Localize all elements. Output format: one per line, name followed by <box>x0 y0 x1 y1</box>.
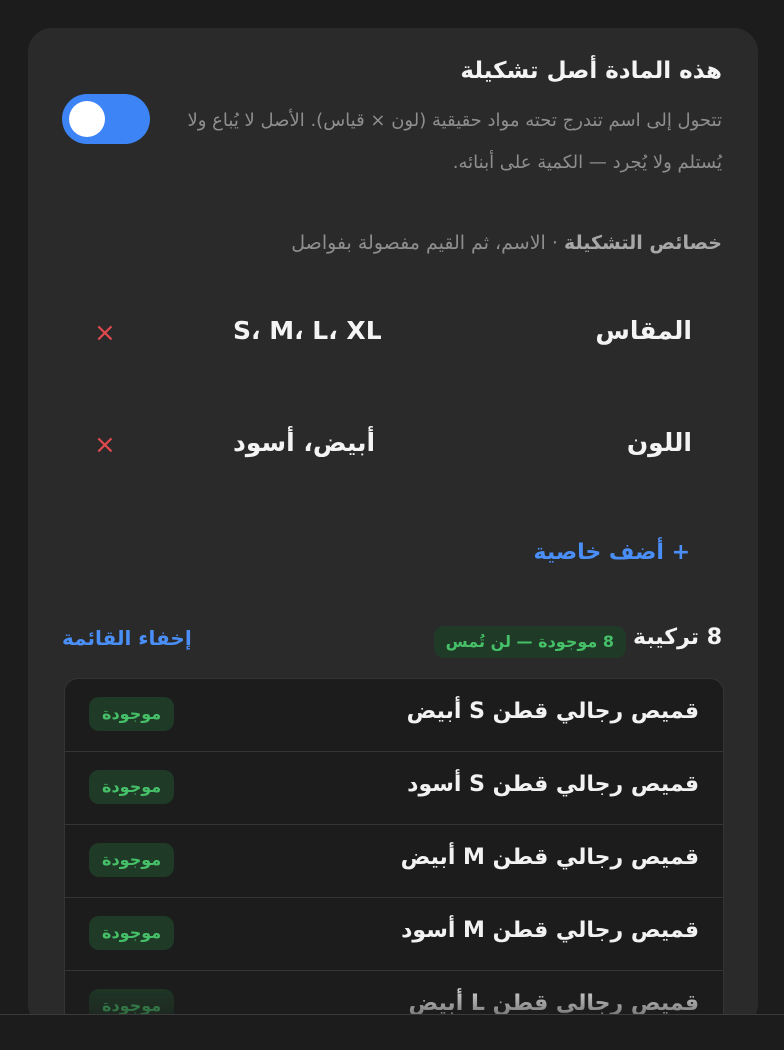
add-property-button[interactable]: + أضف خاصية <box>534 540 690 565</box>
properties-label-title: خصائص التشكيلة <box>563 232 722 254</box>
properties-label-hint: · الاسم، ثم القيم مفصولة بفواصل <box>291 232 564 254</box>
hide-list-button[interactable]: إخفاء القائمة <box>62 626 192 650</box>
combination-name: قميص رجالي قطن S أبيض <box>406 699 699 724</box>
properties-label: خصائص التشكيلة · الاسم، ثم القيم مفصولة … <box>291 232 722 254</box>
combination-name: قميص رجالي قطن S أسود <box>407 772 699 797</box>
combination-name: قميص رجالي قطن M أبيض <box>400 845 699 870</box>
list-item: قميص رجالي قطن S أسود موجودة <box>65 752 723 825</box>
property-name[interactable]: المقاس <box>595 316 692 345</box>
status-badge: موجودة <box>89 843 175 877</box>
list-item: قميص رجالي قطن M أبيض موجودة <box>65 825 723 898</box>
variant-parent-title: هذه المادة أصل تشكيلة <box>460 58 722 84</box>
status-badge: موجودة <box>89 770 175 804</box>
toggle-knob <box>69 101 105 137</box>
list-item: قميص رجالي قطن M أسود موجودة <box>65 898 723 971</box>
list-item: قميص رجالي قطن S أبيض موجودة <box>65 679 723 752</box>
combinations-list[interactable]: قميص رجالي قطن S أبيض موجودة قميص رجالي … <box>64 678 724 1028</box>
remove-property-icon[interactable]: × <box>94 432 116 458</box>
combination-name: قميص رجالي قطن M أسود <box>401 918 699 943</box>
property-row-size: المقاس S، M، L، XL × <box>28 306 758 366</box>
variant-parent-description: تتحول إلى اسم تندرج تحته مواد حقيقية (لو… <box>187 110 722 173</box>
combination-name: قميص رجالي قطن L أبيض <box>408 991 699 1016</box>
variant-settings-panel: هذه المادة أصل تشكيلة تتحول إلى اسم تندر… <box>28 28 758 1028</box>
remove-property-icon[interactable]: × <box>94 320 116 346</box>
variant-parent-toggle[interactable] <box>62 94 150 144</box>
property-values[interactable]: S، M، L، XL <box>233 316 382 345</box>
combinations-count: 8 تركيبة <box>632 625 722 650</box>
property-values[interactable]: أبيض، أسود <box>233 428 375 457</box>
combinations-status-badge: 8 موجودة — لن تُمس <box>433 626 626 658</box>
bottom-bar <box>0 1014 784 1050</box>
property-name[interactable]: اللون <box>627 428 692 457</box>
property-row-color: اللون أبيض، أسود × <box>28 418 758 478</box>
status-badge: موجودة <box>89 916 175 950</box>
status-badge: موجودة <box>89 697 175 731</box>
